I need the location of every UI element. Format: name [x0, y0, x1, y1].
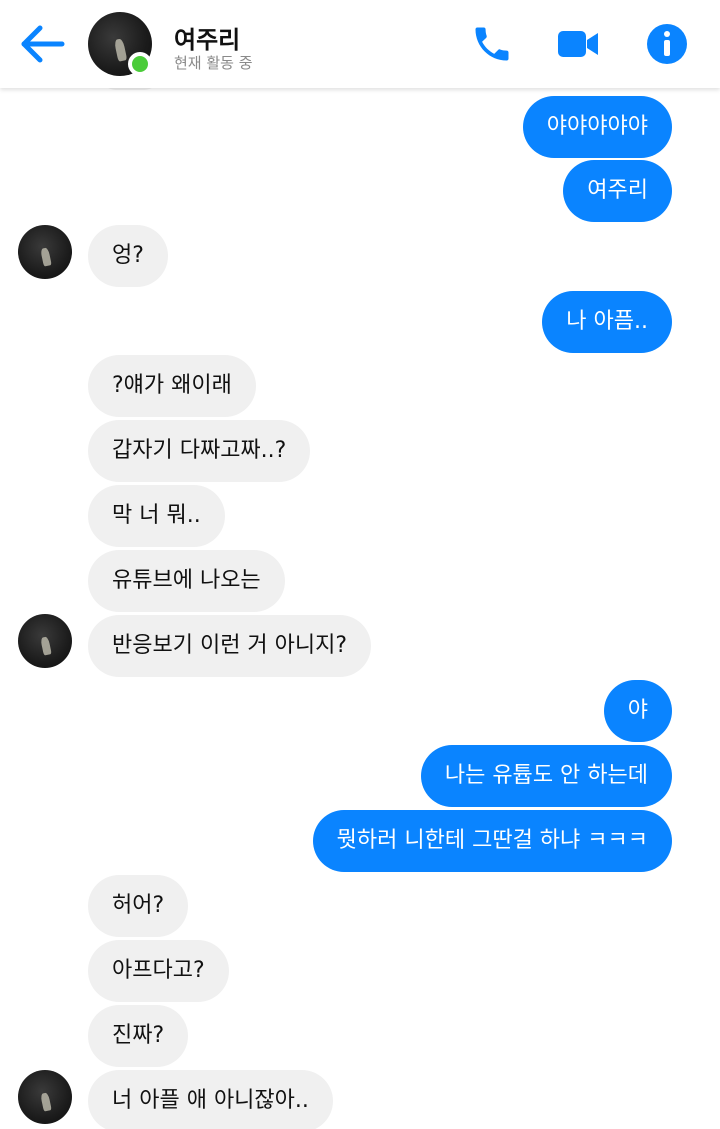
received-message[interactable]: 막 너 뭐.. — [88, 485, 225, 547]
contact-avatar-small[interactable] — [18, 1070, 72, 1124]
sent-message[interactable]: 나는 유튭도 안 하는데 — [420, 745, 672, 807]
sent-message[interactable]: 뭣하러 니한테 그딴걸 하냐 ㅋㅋㅋ — [312, 810, 672, 872]
chat-header: 여주리 현재 활동 중 — [0, 0, 720, 88]
contact-active-status: 현재 활동 중 — [174, 54, 253, 72]
online-status-indicator — [128, 52, 152, 76]
received-message[interactable]: 아프다고? — [88, 940, 229, 1002]
phone-icon[interactable] — [470, 22, 514, 66]
received-message[interactable]: 너 아플 애 아니잖아.. — [88, 1070, 333, 1129]
contact-avatar[interactable] — [88, 12, 152, 76]
received-message[interactable]: 엉? — [88, 225, 168, 287]
info-icon[interactable] — [645, 22, 689, 66]
video-camera-icon[interactable] — [556, 22, 600, 66]
contact-name[interactable]: 여주리 — [174, 20, 240, 55]
contact-avatar-small[interactable] — [18, 225, 72, 279]
message-list[interactable]: 야야야야야 여주리 엉? 나 아픔.. ?얘가 왜이래 갑자기 다짜고짜..? … — [0, 74, 720, 1129]
sent-message[interactable]: 나 아픔.. — [542, 291, 672, 353]
avatar-figure — [113, 38, 128, 62]
back-arrow-icon[interactable] — [18, 22, 68, 66]
received-message[interactable]: 유튜브에 나오는 — [88, 550, 285, 612]
avatar-figure — [39, 1092, 52, 1112]
received-message[interactable]: 갑자기 다짜고짜..? — [88, 420, 311, 482]
received-message[interactable]: 진짜? — [88, 1005, 189, 1067]
avatar-figure — [39, 636, 52, 656]
sent-message[interactable]: 여주리 — [563, 160, 672, 222]
sent-message[interactable]: 야 — [603, 680, 672, 742]
received-message[interactable]: 반응보기 이런 거 아니지? — [88, 615, 372, 677]
received-message[interactable]: ?얘가 왜이래 — [88, 355, 256, 417]
contact-avatar-small[interactable] — [18, 614, 72, 668]
sent-message[interactable]: 야야야야야 — [522, 96, 672, 158]
received-message[interactable]: 허어? — [88, 875, 189, 937]
avatar-figure — [39, 247, 52, 267]
